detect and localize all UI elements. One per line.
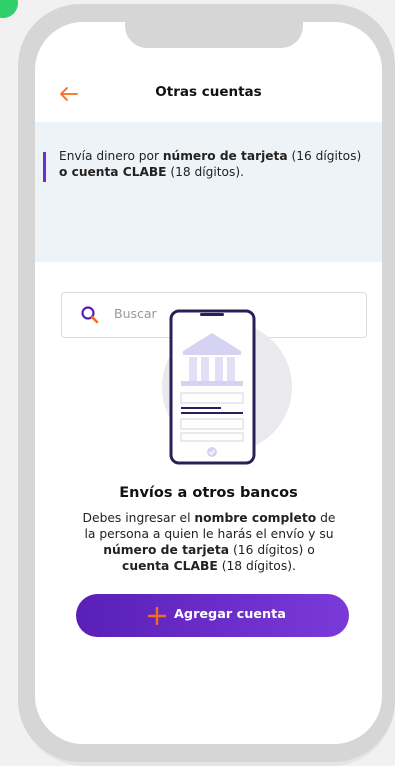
empty-state-description: Debes ingresar el nombre completo de la …: [82, 511, 336, 573]
corner-decoration: [0, 0, 18, 18]
info-text: Envía dinero por número de tarjeta (16 d…: [59, 149, 362, 179]
plus-icon: [147, 606, 167, 626]
info-accent-bar: [43, 152, 46, 182]
phone-screen: Otras cuentas Envía dinero por número de…: [35, 22, 382, 744]
info-panel: Envía dinero por número de tarjeta (16 d…: [35, 122, 382, 338]
search-icon: [81, 306, 99, 324]
add-account-button[interactable]: Agregar cuenta: [76, 594, 349, 637]
phone-bank-illustration: [169, 309, 256, 465]
header: Otras cuentas: [35, 80, 382, 110]
page-title: Otras cuentas: [155, 84, 262, 100]
info-box: Envía dinero por número de tarjeta (16 d…: [43, 148, 373, 182]
search-placeholder: Buscar: [114, 306, 157, 321]
empty-state-title: Envíos a otros bancos: [119, 485, 298, 501]
add-account-label: Agregar cuenta: [174, 607, 286, 622]
phone-notch: [125, 22, 303, 48]
